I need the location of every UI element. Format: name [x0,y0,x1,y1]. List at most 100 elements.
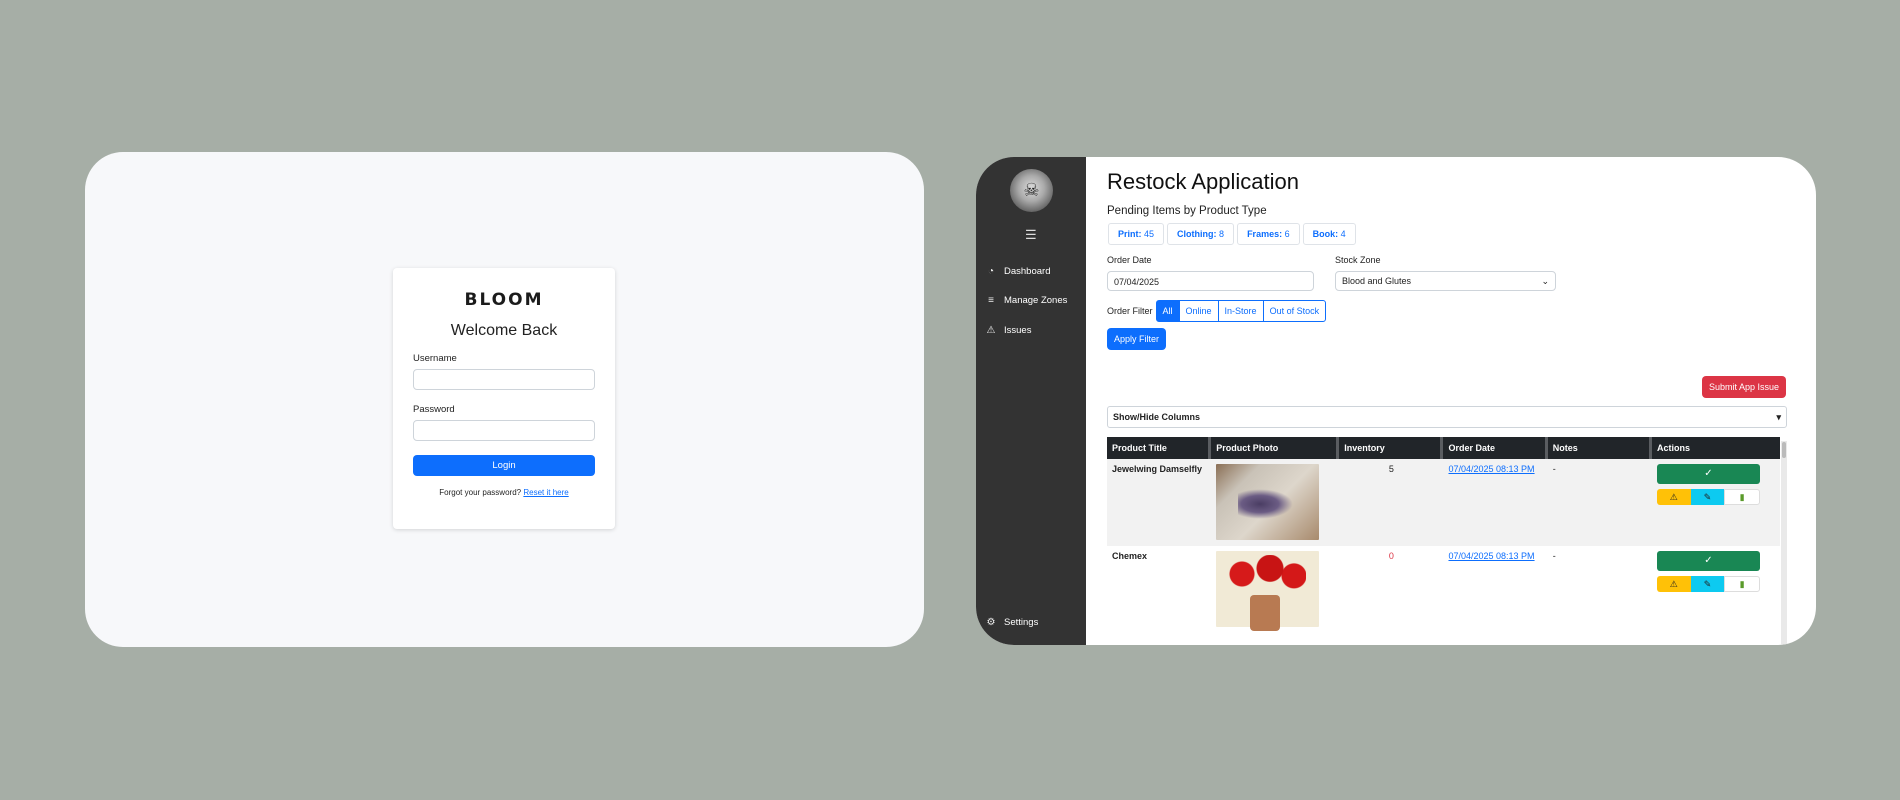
login-card: BLOOM Welcome Back Username Password Log… [393,268,615,529]
caret-down-icon: ▾ [1776,412,1781,422]
order-date-cell: 07/04/2025 08:13 PM [1443,546,1547,633]
gear-icon: ⚙ [986,617,996,628]
shopping-bag-icon: ▮ [1739,579,1745,589]
warning-icon: ⚠ [1669,579,1678,589]
order-date-cell: 07/04/2025 08:13 PM [1443,459,1548,546]
product-photo[interactable] [1216,464,1320,540]
pending-pill-clothing: Clothing: 8 [1167,223,1235,245]
main-content: Restock Application Pending Items by Pro… [1086,157,1816,645]
reset-password-link[interactable]: Reset it here [523,488,568,497]
product-photo[interactable] [1216,551,1320,631]
filter-in-store-button[interactable]: In-Store [1217,300,1264,322]
check-circle-icon: ✓ [1704,555,1713,566]
column-header-actions[interactable]: Actions [1651,437,1780,459]
edit-button[interactable]: ✎ [1690,576,1725,592]
action-buttons-row: ⚠ ✎ ▮ [1656,576,1760,592]
column-header-notes[interactable]: Notes [1547,437,1652,459]
pending-items-title: Pending Items by Product Type [1107,205,1267,217]
report-issue-button[interactable]: ⚠ [1656,576,1691,592]
table-row: Jewelwing Damselfly 5 07/04/2025 08:13 P… [1107,459,1780,546]
column-header-product-photo[interactable]: Product Photo [1211,437,1340,459]
order-date-link[interactable]: 07/04/2025 08:13 PM [1448,551,1534,561]
column-header-product-title[interactable]: Product Title [1107,437,1212,459]
filters-row: Order Date 07/04/2025 Stock Zone Blood a… [1107,255,1816,291]
pending-pill-print: Print: 45 [1108,223,1165,245]
warning-icon: ⚠ [986,325,996,336]
check-circle-icon: ✓ [1704,468,1713,479]
forgot-password-label: Forgot your password? [439,488,522,497]
sidebar-item-issues[interactable]: ⚠ Issues [985,325,1032,336]
column-header-inventory[interactable]: Inventory [1339,437,1444,459]
sidebar-item-label: Manage Zones [1004,295,1068,306]
login-window: BLOOM Welcome Back Username Password Log… [85,152,924,647]
table-scrollbar[interactable] [1781,441,1787,645]
mark-complete-button[interactable]: ✓ [1656,464,1760,484]
order-date-label: Order Date [1107,255,1152,265]
sidebar-item-manage-zones[interactable]: ≡ Manage Zones [985,295,1067,306]
pending-pill-book: Book: 4 [1302,223,1356,245]
gauge-icon: ◔ [987,266,995,277]
table-row: Chemex 0 07/04/2025 08:13 PM - ✓ ⚠ ✎ ▮ [1107,546,1780,633]
edit-button[interactable]: ✎ [1690,489,1725,505]
username-input[interactable] [413,369,595,390]
show-hide-columns-label: Show/Hide Columns [1113,412,1201,422]
pencil-icon: ✎ [1703,579,1712,589]
welcome-heading: Welcome Back [450,322,558,339]
action-buttons-row: ⚠ ✎ ▮ [1656,489,1760,505]
forgot-password-text: Forgot your password? Reset it here [413,488,595,497]
shopify-button[interactable]: ▮ [1724,576,1760,592]
product-photo-cell [1211,459,1340,546]
chevron-down-icon: ⌄ [1541,275,1549,286]
pending-pill-frames: Frames: 6 [1237,223,1300,245]
column-header-order-date[interactable]: Order Date [1443,437,1548,459]
product-photo-cell [1211,546,1339,633]
show-hide-columns-toggle[interactable]: Show/Hide Columns ▾ [1107,406,1787,428]
pencil-icon: ✎ [1703,492,1712,502]
order-date-input[interactable]: 07/04/2025 [1107,271,1314,291]
filter-out-of-stock-button[interactable]: Out of Stock [1262,300,1327,322]
order-filter: Order Filter All Online In-Store Out of … [1107,300,1816,322]
inventory-cell: 0 [1388,551,1394,561]
order-date-link[interactable]: 07/04/2025 08:13 PM [1448,464,1534,474]
sidebar-item-label: Dashboard [1004,266,1051,277]
table-header-row: Product Title Product Photo Inventory Or… [1107,437,1780,459]
notes-cell: - [1552,551,1556,561]
password-label: Password [413,404,455,415]
stock-zone-value: Blood and Glutes [1342,276,1412,286]
actions-cell: ✓ ⚠ ✎ ▮ [1651,459,1780,546]
password-input[interactable] [413,420,595,441]
login-button[interactable]: Login [413,455,595,476]
sidebar-item-settings[interactable]: ⚙ Settings [985,617,1039,628]
username-label: Username [413,353,457,364]
filter-all-button[interactable]: All [1155,300,1180,322]
shopping-bag-icon: ▮ [1739,492,1745,502]
submit-app-issue-button[interactable]: Submit App Issue [1702,376,1787,398]
stock-zone-label: Stock Zone [1335,255,1381,265]
filter-online-button[interactable]: Online [1178,300,1219,322]
report-issue-button[interactable]: ⚠ [1656,489,1691,505]
product-title-cell: Jewelwing Damselfly [1107,459,1212,546]
avatar: ☠ [1010,169,1053,212]
pending-counts: Print: 45 Clothing: 8 Frames: 6 Book: 4 [1108,223,1816,245]
stock-zone-select[interactable]: Blood and Glutes ⌄ [1335,271,1556,291]
sidebar-item-dashboard[interactable]: ◔ Dashboard [985,266,1051,277]
inventory-cell: 5 [1339,459,1444,546]
warning-icon: ⚠ [1669,492,1678,502]
product-title-cell: Chemex [1112,551,1148,561]
order-filter-buttons: All Online In-Store Out of Stock [1155,300,1327,322]
actions-cell: ✓ ⚠ ✎ ▮ [1652,546,1780,633]
sidebar-item-label: Settings [1004,617,1039,628]
menu-toggle-icon[interactable]: ☰ [1025,227,1037,243]
restock-table-container: Product Title Product Photo Inventory Or… [1107,437,1780,645]
page-title: Restock Application [1107,169,1299,194]
bloom-logo: BLOOM [464,290,544,310]
sidebar: ☠ ☰ ◔ Dashboard ≡ Manage Zones ⚠ Issues … [976,157,1086,645]
order-filter-label: Order Filter [1107,306,1153,316]
notes-cell: - [1547,459,1652,546]
shopify-button[interactable]: ▮ [1724,489,1760,505]
mark-complete-button[interactable]: ✓ [1656,551,1760,571]
apply-filter-button[interactable]: Apply Filter [1107,328,1167,350]
restock-table: Product Title Product Photo Inventory Or… [1107,437,1780,633]
sidebar-item-label: Issues [1004,325,1032,336]
sliders-icon: ≡ [988,295,994,306]
